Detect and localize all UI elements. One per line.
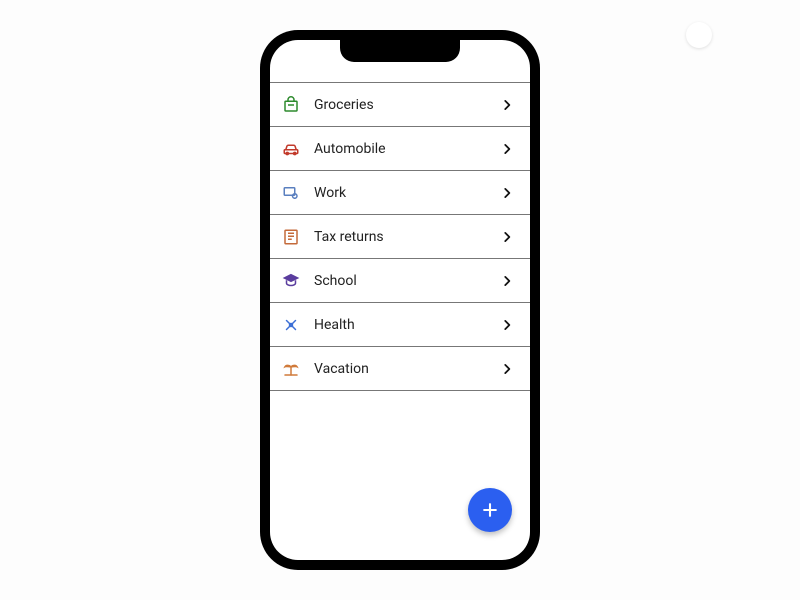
list-item-label: Work: [302, 185, 500, 201]
list-item-school[interactable]: School: [270, 259, 530, 303]
corner-circle: [686, 22, 712, 48]
chevron-right-icon: [500, 318, 514, 332]
chevron-right-icon: [500, 362, 514, 376]
category-list: Groceries Automobile: [270, 82, 530, 391]
list-item-tax[interactable]: Tax returns: [270, 215, 530, 259]
car-icon: [280, 140, 302, 158]
health-icon: [280, 316, 302, 334]
tax-icon: [280, 228, 302, 246]
list-item-label: Health: [302, 317, 500, 333]
list-item-label: Automobile: [302, 141, 500, 157]
list-item-vacation[interactable]: Vacation: [270, 347, 530, 391]
chevron-right-icon: [500, 230, 514, 244]
plus-icon: [480, 500, 500, 520]
list-item-work[interactable]: Work: [270, 171, 530, 215]
phone-frame: Groceries Automobile: [260, 30, 540, 570]
list-item-label: Vacation: [302, 361, 500, 377]
add-button[interactable]: [468, 488, 512, 532]
groceries-icon: [280, 96, 302, 114]
list-item-health[interactable]: Health: [270, 303, 530, 347]
screen: Groceries Automobile: [270, 40, 530, 560]
list-item-label: Groceries: [302, 97, 500, 113]
work-icon: [280, 184, 302, 202]
chevron-right-icon: [500, 98, 514, 112]
list-item-label: School: [302, 273, 500, 289]
chevron-right-icon: [500, 186, 514, 200]
chevron-right-icon: [500, 274, 514, 288]
list-item-label: Tax returns: [302, 229, 500, 245]
list-item-automobile[interactable]: Automobile: [270, 127, 530, 171]
school-icon: [280, 272, 302, 290]
notch: [340, 40, 460, 62]
list-item-groceries[interactable]: Groceries: [270, 83, 530, 127]
vacation-icon: [280, 360, 302, 378]
chevron-right-icon: [500, 142, 514, 156]
